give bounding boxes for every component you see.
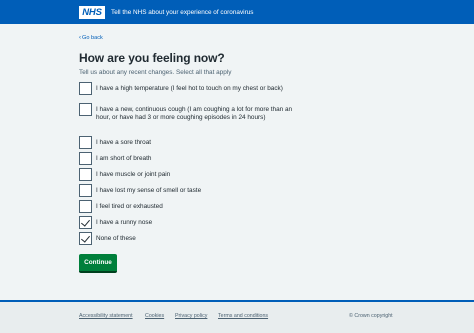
main-content: ‹Go back How are you feeling now? Tell u… (79, 32, 399, 248)
checkbox-label[interactable]: I have a sore throat (96, 139, 306, 147)
footer-link-terms[interactable]: Terms and conditions (218, 313, 268, 319)
checkbox-option[interactable]: I have lost my sense of smell or taste (79, 184, 399, 200)
hint-text: Tell us about any recent changes. Select… (79, 69, 232, 76)
checkbox-label[interactable]: I have lost my sense of smell or taste (96, 187, 306, 195)
site-header: NHS Tell the NHS about your experience o… (0, 0, 474, 24)
checkbox[interactable] (79, 136, 92, 149)
back-link[interactable]: ‹Go back (79, 34, 399, 42)
checkbox-label[interactable]: I have a high temperature (I feel hot to… (96, 85, 306, 93)
checkbox[interactable] (79, 82, 92, 95)
checkbox-option[interactable]: None of these (79, 232, 399, 248)
checkbox[interactable] (79, 103, 92, 116)
checkbox-option[interactable]: I feel tired or exhausted (79, 200, 399, 216)
checkbox-option[interactable]: I have a high temperature (I feel hot to… (79, 82, 399, 103)
page-title: How are you feeling now? (79, 51, 225, 65)
checkbox-checked[interactable] (79, 232, 92, 245)
checkbox[interactable] (79, 184, 92, 197)
back-link-label: Go back (82, 35, 103, 41)
copyright-text: © Crown copyright (349, 313, 393, 319)
checkbox-label[interactable]: I have a new, continuous cough (I am cou… (96, 106, 306, 122)
footer-link-accessibility[interactable]: Accessibility statement (79, 313, 133, 319)
chevron-left-icon: ‹ (79, 35, 81, 41)
nhs-logo[interactable]: NHS (79, 5, 105, 19)
checkbox-label[interactable]: None of these (96, 235, 306, 243)
checkbox[interactable] (79, 200, 92, 213)
checkbox[interactable] (79, 152, 92, 165)
checkbox-label[interactable]: I have muscle or joint pain (96, 171, 306, 179)
checkbox-option[interactable]: I have muscle or joint pain (79, 168, 399, 184)
site-footer: Accessibility statement Cookies Privacy … (0, 302, 474, 333)
checkbox-option[interactable]: I am short of breath (79, 152, 399, 168)
checkbox-option[interactable]: I have a runny nose (79, 216, 399, 232)
checkbox-group: I have a high temperature (I feel hot to… (79, 82, 399, 248)
checkbox-label[interactable]: I have a runny nose (96, 219, 306, 227)
checkbox[interactable] (79, 168, 92, 181)
footer-link-cookies[interactable]: Cookies (145, 313, 164, 319)
checkbox-label[interactable]: I feel tired or exhausted (96, 203, 306, 211)
checkbox-option[interactable]: I have a sore throat (79, 136, 399, 152)
service-name[interactable]: Tell the NHS about your experience of co… (111, 9, 253, 16)
checkbox-checked[interactable] (79, 216, 92, 229)
continue-button[interactable]: Continue (79, 254, 117, 273)
footer-link-privacy[interactable]: Privacy policy (175, 313, 207, 319)
checkbox-label[interactable]: I am short of breath (96, 155, 306, 163)
checkbox-option[interactable]: I have a new, continuous cough (I am cou… (79, 103, 399, 136)
